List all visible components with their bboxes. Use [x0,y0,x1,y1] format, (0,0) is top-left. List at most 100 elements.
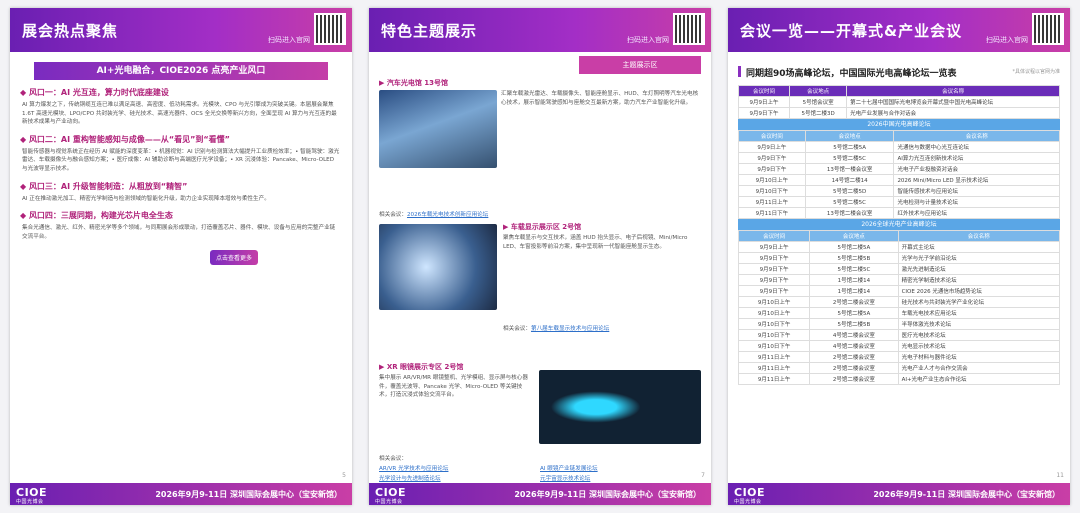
cioe-logo: CIOE 中国光博会 [734,486,766,505]
col-header: 会议地点 [789,85,848,97]
table-cell: 智能传感技术与应用论坛 [893,185,1060,197]
table-cell: 车载光电技术应用论坛 [897,307,1061,319]
table-cell: 半导体激光技术论坛 [897,318,1061,330]
table-row: 9月9日下午 1号馆二楼14 精密光学制造技术论坛 [737,274,1061,286]
table-cell: 5号馆二楼5B [809,318,899,330]
qr-label: 扫码进入官网 [268,36,310,44]
cioe-logo: CIOE 中国光博会 [16,486,48,505]
item-title: ▶ 汽车光电馆 13号馆 [379,79,448,87]
table-cell: 1号馆二楼14 [809,274,899,286]
page-conferences: 会议一览——开幕式&产业会议 扫码进入官网 同期超90场高峰论坛，中国国际光电高… [728,8,1070,505]
banner: AI+光电融合，CIOE2026 点亮产业风口 [34,62,328,80]
col-header: 会议时间 [737,230,811,242]
table-cell: 9月10日上午 [737,296,811,308]
table-cell: 医疗光电技术论坛 [897,329,1061,341]
page-hot-topics: 展会热点聚焦 扫码进入官网 AI+光电融合，CIOE2026 点亮产业风口 ◆ … [10,8,352,505]
section-text: 集合光通信、激光、红外、精密光学等多个领域，与同期展会形成联动，打造覆盖芯片、器… [22,225,336,240]
table-row: 9月10日下午 5号馆二楼5B 半导体激光技术论坛 [737,318,1061,330]
related-links: 相关会议： AR/VR 光学技术与应用论坛 AI 眼镜产业链发展论坛 光学设计与… [379,454,701,482]
section-title: ◆ 风口四：三展同期，构建光芯片电全生态 [20,211,173,221]
table-cell: 5号馆二楼5C [809,263,899,275]
table-cell: 9月10日上午 [737,307,811,319]
theme-item: ▶ 汽车光电馆 13号馆 汇聚车载激光雷达、车载摄像头、智能座舱显示、HUD、车… [379,78,701,220]
theme-item: ▶ XR 眼镜展示专区 2号馆 集中展示 AR/VR/MR 眼镜整机、光学模组、… [379,362,701,482]
related-link[interactable]: AI 眼镜产业链发展论坛 [540,464,701,472]
related-link[interactable]: 2026车载光电技术创新应用论坛 [407,212,488,218]
theme-item: ▶ 车载显示展示区 2号馆 聚焦车载显示与交互技术，涵盖 HUD 抬头显示、电子… [379,220,701,362]
table-cell: 第二十七届中国国际光电博览会开幕式暨中国光电高峰论坛 [846,96,1060,108]
qr-label: 扫码进入官网 [986,36,1028,44]
view-more-button[interactable]: 点击查看更多 [210,250,259,266]
qr-label: 扫码进入官网 [627,36,669,44]
table-row: 9月9日下午 5号馆二楼5B 光学与光子学前沿论坛 [737,252,1061,264]
table-row: 9月10日下午 5号馆二楼5D 智能传感技术与应用论坛 [738,185,1060,197]
footer-info: 2026年9月9-11日 深圳国际会展中心（宝安新馆） [873,490,1060,499]
table-cell: 2号馆二楼会议室 [809,351,899,363]
table-cell: 9月9日上午 [738,141,806,153]
table-cell: 光学与光子学前沿论坛 [897,252,1061,264]
section-band: 2026全球光电产业高峰论坛 [738,219,1060,230]
table-row: 9月11日上午 2号馆二楼会议室 光电子材料与器件论坛 [737,351,1061,363]
table-row: 9月11日下午 13号馆二楼会议室 红外技术与应用论坛 [738,207,1060,219]
qr-code-icon[interactable] [673,13,705,45]
table-row: 9月10日下午 4号馆二楼会议室 光电显示技术论坛 [737,340,1061,352]
car-image [379,90,497,168]
cioe-logo: CIOE 中国光博会 [375,486,407,505]
page-footer: CIOE 中国光博会 2026年9月9-11日 深圳国际会展中心（宝安新馆） [10,483,352,505]
table-cell: 9月10日下午 [737,318,811,330]
related-link[interactable]: AR/VR 光学技术与应用论坛 [379,464,540,472]
footer-info: 2026年9月9-11日 深圳国际会展中心（宝安新馆） [514,490,701,499]
xr-glasses-image [539,370,701,444]
opening-table: 会议时间 会议地点 会议名称 9月9日上午 5号馆会议室 第二十七届中国国际光电博览会开… [737,85,1060,119]
table-row: 9月10日下午 4号馆二楼会议室 医疗光电技术论坛 [737,329,1061,341]
table-cell: 2026 Mini/Micro LED 显示技术论坛 [893,174,1060,186]
table-cell: 9月11日上午 [737,351,811,363]
table-cell: 9月9日下午 [737,107,791,119]
item-text: 集中展示 AR/VR/MR 眼镜整机、光学模组、显示屏与核心器件，覆盖光波导、P… [379,375,528,399]
page-header: 展会热点聚焦 扫码进入官网 [10,8,352,52]
table-cell: 5号馆二楼5C [804,196,895,208]
col-header: 会议名称 [846,85,1060,97]
related-link[interactable]: 第八届车载显示技术与应用论坛 [531,326,609,332]
table-row: 9月9日下午 5号馆二楼5C 激光先进制造论坛 [737,263,1061,275]
table-cell: 9月10日下午 [737,329,811,341]
table-row: 9月9日下午 5号馆二楼5C AI算力光互连创新技术论坛 [738,152,1060,164]
footer-info: 2026年9月9-11日 深圳国际会展中心（宝安新馆） [155,490,342,499]
col-header: 会议地点 [809,230,899,242]
table-cell: 9月9日下午 [737,285,811,297]
related-links: 相关会议：第八届车载显示技术与应用论坛 [503,326,610,332]
table-cell: 光电子材料与器件论坛 [897,351,1061,363]
table-cell: 2号馆二楼会议室 [809,362,899,374]
table-cell: 光电检测与计量技术论坛 [893,196,1060,208]
table-cell: 光电产业发展与合作对话会 [846,107,1060,119]
related-link[interactable]: 光学设计与先进制造论坛 [379,474,540,482]
table-cell: 9月9日下午 [738,163,806,175]
related-links: 相关会议：2026车载光电技术创新应用论坛 [379,212,489,218]
table-row: 9月11日上午 5号馆二楼5C 光电检测与计量技术论坛 [738,196,1060,208]
table-row: 9月10日上午 5号馆二楼5A 车载光电技术应用论坛 [737,307,1061,319]
page-header: 特色主题展示 扫码进入官网 [369,8,711,52]
qr-code-icon[interactable] [314,13,346,45]
table-cell: 激光先进制造论坛 [897,263,1061,275]
table-row: 9月10日上午 2号馆二楼会议室 硅光技术与共封装光学产业化论坛 [737,296,1061,308]
section-title: ◆ 风口一：AI 光互连，算力时代底座建设 [20,88,169,97]
table-row: 9月11日上午 2号馆二楼会议室 AI+光电产业生态合作论坛 [737,373,1061,385]
page-number: 5 [342,472,346,479]
col-header: 会议地点 [804,130,895,142]
table-cell: 9月9日上午 [737,241,811,253]
note: *具体议程以官网为准 [1012,69,1060,75]
page-number: 11 [1056,472,1064,479]
page-title: 会议一览——开幕式&产业会议 [740,22,963,40]
table-cell: CIOE 2026 光通信市场趋势论坛 [897,285,1061,297]
related-link[interactable]: 元宇宙显示技术论坛 [540,474,701,482]
dashboard-image [379,224,497,310]
table-cell: 4号馆二楼会议室 [809,340,899,352]
qr-code-icon[interactable] [1032,13,1064,45]
table-row: 9月9日下午 5号馆二楼3D 光电产业发展与合作对话会 [737,107,1060,119]
page-footer: CIOE 中国光博会 2026年9月9-11日 深圳国际会展中心（宝安新馆） [369,483,711,505]
table-cell: 光通信与数据中心光互连论坛 [893,141,1060,153]
table-cell: 9月11日上午 [737,373,811,385]
table-cell: 5号馆二楼5A [804,141,895,153]
section-text: AI 算力爆发之下，传统铜缆互连已难以满足高速、高密度、低功耗需求。光模块、CP… [22,102,337,126]
table-cell: 9月10日上午 [738,174,806,186]
